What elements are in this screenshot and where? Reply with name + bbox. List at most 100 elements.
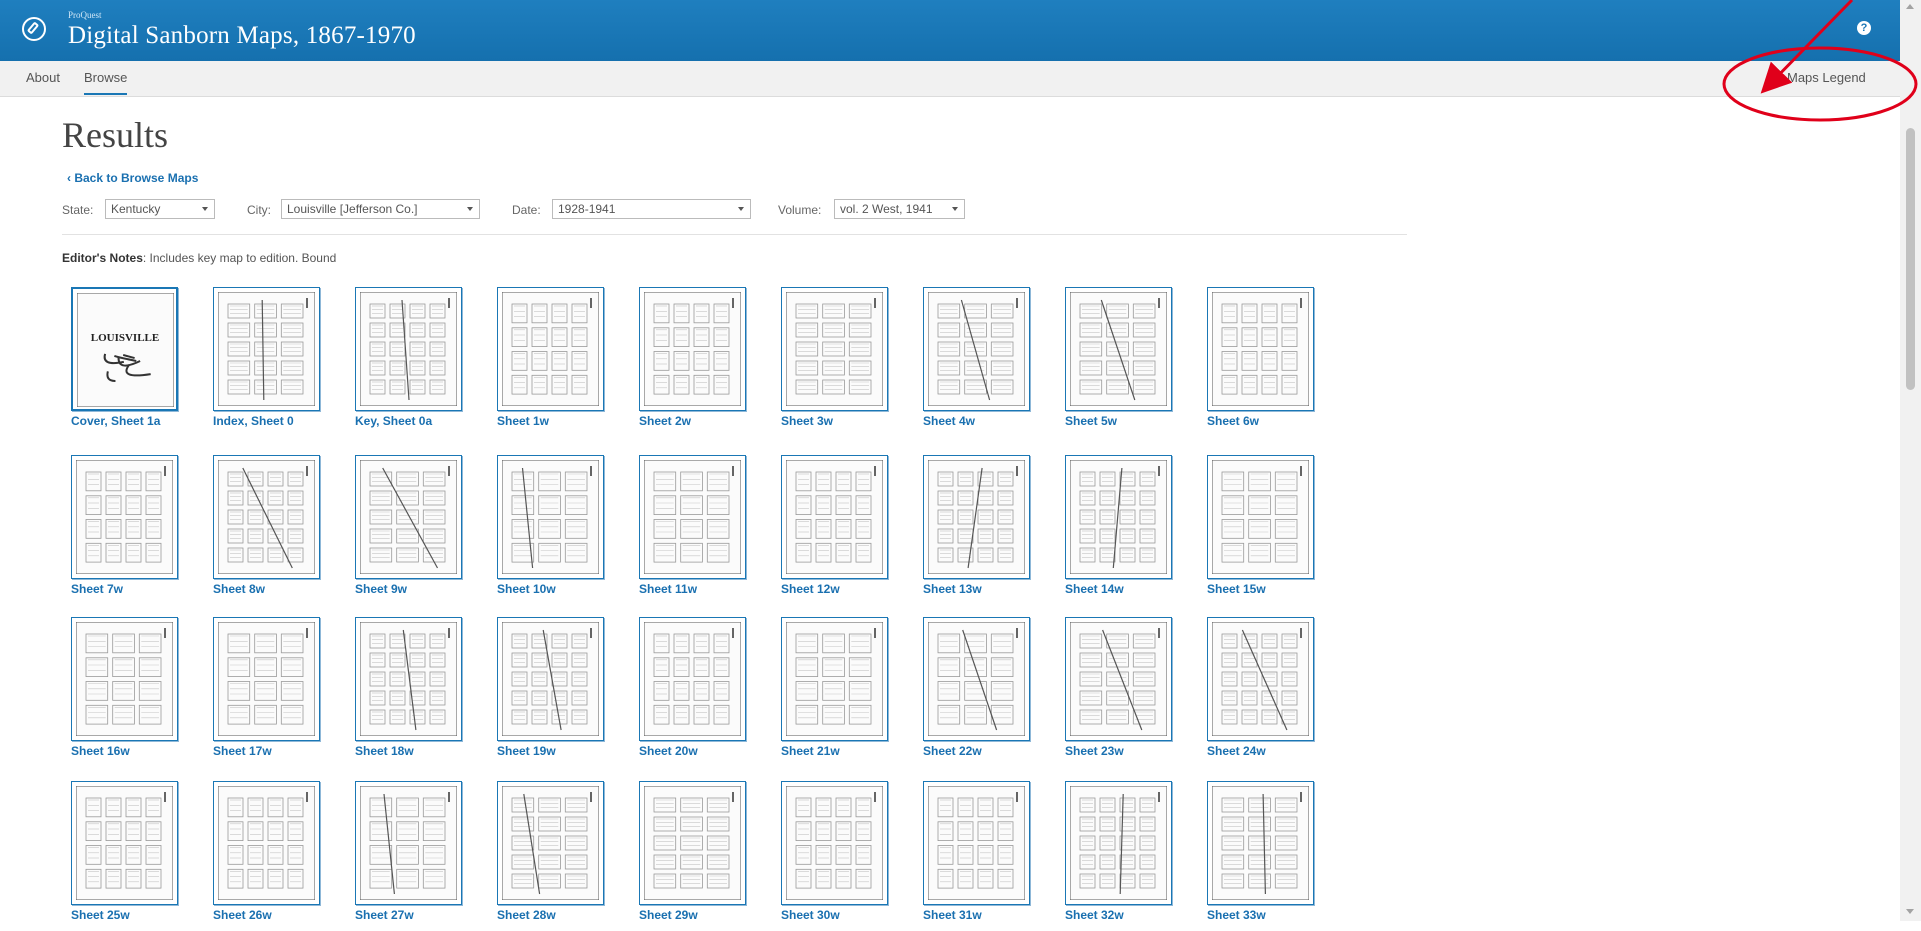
sheet-thumbnail-item[interactable]: Sheet 25w [71, 781, 186, 931]
sheet-label[interactable]: Key, Sheet 0a [355, 414, 432, 428]
sheet-thumbnail-item[interactable]: Sheet 5w [1065, 287, 1180, 437]
sheet-label[interactable]: Sheet 4w [923, 414, 975, 428]
sheet-thumbnail-item[interactable]: Sheet 9w [355, 455, 470, 605]
sheet-thumbnail[interactable] [71, 617, 178, 741]
date-select[interactable]: 1928-1941 [552, 199, 751, 219]
sheet-thumbnail-item[interactable]: Sheet 22w [923, 617, 1038, 767]
sheet-label[interactable]: Sheet 21w [781, 744, 840, 758]
sheet-thumbnail-item[interactable]: Sheet 4w [923, 287, 1038, 437]
maps-legend-link[interactable]: Maps Legend [1787, 70, 1866, 85]
sheet-thumbnail[interactable] [497, 287, 604, 411]
sheet-thumbnail[interactable] [213, 781, 320, 905]
sheet-thumbnail-item[interactable]: Sheet 30w [781, 781, 896, 931]
scrollbar-thumb[interactable] [1906, 128, 1915, 390]
sheet-label[interactable]: Sheet 33w [1207, 908, 1266, 922]
sheet-thumbnail-item[interactable]: Sheet 20w [639, 617, 754, 767]
sheet-thumbnail-item[interactable]: Sheet 1w [497, 287, 612, 437]
sheet-label[interactable]: Sheet 9w [355, 582, 407, 596]
sheet-label[interactable]: Sheet 27w [355, 908, 414, 922]
sheet-thumbnail[interactable] [355, 617, 462, 741]
sheet-label[interactable]: Sheet 12w [781, 582, 840, 596]
sheet-label[interactable]: Sheet 25w [71, 908, 130, 922]
sheet-thumbnail[interactable] [639, 455, 746, 579]
sheet-label[interactable]: Index, Sheet 0 [213, 414, 294, 428]
sheet-label[interactable]: Sheet 3w [781, 414, 833, 428]
sheet-thumbnail-item[interactable]: LOUISVILLE Cover, Sheet 1a [71, 287, 186, 437]
app-title[interactable]: Digital Sanborn Maps, 1867-1970 [68, 22, 416, 50]
sheet-thumbnail-item[interactable]: Sheet 11w [639, 455, 754, 605]
sheet-label[interactable]: Sheet 8w [213, 582, 265, 596]
sheet-label[interactable]: Sheet 23w [1065, 744, 1124, 758]
sheet-thumbnail-item[interactable]: Sheet 26w [213, 781, 328, 931]
sheet-thumbnail-item[interactable]: Sheet 12w [781, 455, 896, 605]
sheet-label[interactable]: Sheet 31w [923, 908, 982, 922]
sheet-thumbnail-item[interactable]: Sheet 21w [781, 617, 896, 767]
sheet-thumbnail-item[interactable]: Sheet 13w [923, 455, 1038, 605]
sheet-thumbnail[interactable] [923, 781, 1030, 905]
sheet-thumbnail-item[interactable]: Sheet 33w [1207, 781, 1322, 931]
sheet-thumbnail[interactable] [1207, 617, 1314, 741]
sheet-thumbnail[interactable] [1207, 781, 1314, 905]
sheet-thumbnail-item[interactable]: Sheet 3w [781, 287, 896, 437]
sheet-thumbnail-item[interactable]: Sheet 24w [1207, 617, 1322, 767]
sheet-thumbnail-item[interactable]: Sheet 17w [213, 617, 328, 767]
sheet-label[interactable]: Sheet 29w [639, 908, 698, 922]
sheet-thumbnail-item[interactable]: Sheet 15w [1207, 455, 1322, 605]
sheet-thumbnail[interactable] [497, 617, 604, 741]
sheet-label[interactable]: Cover, Sheet 1a [71, 414, 160, 428]
sheet-label[interactable]: Sheet 15w [1207, 582, 1266, 596]
scrollbar[interactable] [1900, 0, 1921, 921]
sheet-thumbnail[interactable] [781, 617, 888, 741]
sheet-thumbnail[interactable] [213, 617, 320, 741]
sheet-thumbnail[interactable] [781, 455, 888, 579]
sheet-label[interactable]: Sheet 24w [1207, 744, 1266, 758]
sheet-thumbnail[interactable] [639, 617, 746, 741]
sheet-thumbnail[interactable] [639, 287, 746, 411]
nav-about[interactable]: About [26, 70, 60, 85]
sheet-thumbnail[interactable]: LOUISVILLE [71, 287, 178, 411]
sheet-thumbnail-item[interactable]: Key, Sheet 0a [355, 287, 470, 437]
sheet-thumbnail[interactable] [923, 617, 1030, 741]
sheet-thumbnail[interactable] [355, 781, 462, 905]
sheet-label[interactable]: Sheet 18w [355, 744, 414, 758]
sheet-label[interactable]: Sheet 20w [639, 744, 698, 758]
sheet-thumbnail[interactable] [781, 781, 888, 905]
sheet-thumbnail[interactable] [71, 781, 178, 905]
sheet-thumbnail-item[interactable]: Sheet 7w [71, 455, 186, 605]
sheet-label[interactable]: Sheet 13w [923, 582, 982, 596]
sheet-thumbnail[interactable] [1065, 455, 1172, 579]
sheet-thumbnail-item[interactable]: Sheet 27w [355, 781, 470, 931]
sheet-thumbnail-item[interactable]: Sheet 16w [71, 617, 186, 767]
sheet-label[interactable]: Sheet 28w [497, 908, 556, 922]
sheet-thumbnail[interactable] [355, 287, 462, 411]
sheet-label[interactable]: Sheet 32w [1065, 908, 1124, 922]
sheet-thumbnail[interactable] [1065, 287, 1172, 411]
sheet-label[interactable]: Sheet 19w [497, 744, 556, 758]
sheet-thumbnail-item[interactable]: Sheet 18w [355, 617, 470, 767]
sheet-label[interactable]: Sheet 22w [923, 744, 982, 758]
sheet-label[interactable]: Sheet 11w [639, 582, 697, 596]
sheet-label[interactable]: Sheet 16w [71, 744, 130, 758]
sheet-label[interactable]: Sheet 7w [71, 582, 123, 596]
sheet-thumbnail[interactable] [1207, 455, 1314, 579]
sheet-label[interactable]: Sheet 1w [497, 414, 549, 428]
sheet-label[interactable]: Sheet 5w [1065, 414, 1117, 428]
sheet-thumbnail[interactable] [213, 287, 320, 411]
sheet-thumbnail[interactable] [213, 455, 320, 579]
sheet-thumbnail-item[interactable]: Sheet 6w [1207, 287, 1322, 437]
back-to-browse-link[interactable]: ‹ Back to Browse Maps [67, 171, 198, 185]
sheet-thumbnail-item[interactable]: Sheet 23w [1065, 617, 1180, 767]
sheet-thumbnail[interactable] [1065, 617, 1172, 741]
volume-select[interactable]: vol. 2 West, 1941 [834, 199, 965, 219]
sheet-thumbnail-item[interactable]: Sheet 29w [639, 781, 754, 931]
city-select[interactable]: Louisville [Jefferson Co.] [281, 199, 480, 219]
sheet-thumbnail-item[interactable]: Sheet 14w [1065, 455, 1180, 605]
sheet-thumbnail[interactable] [71, 455, 178, 579]
sheet-thumbnail-item[interactable]: Index, Sheet 0 [213, 287, 328, 437]
sheet-thumbnail[interactable] [497, 781, 604, 905]
sheet-thumbnail[interactable] [1207, 287, 1314, 411]
sheet-label[interactable]: Sheet 14w [1065, 582, 1124, 596]
sheet-thumbnail-item[interactable]: Sheet 31w [923, 781, 1038, 931]
help-icon[interactable]: ? [1857, 21, 1871, 35]
nav-browse[interactable]: Browse [84, 70, 128, 95]
